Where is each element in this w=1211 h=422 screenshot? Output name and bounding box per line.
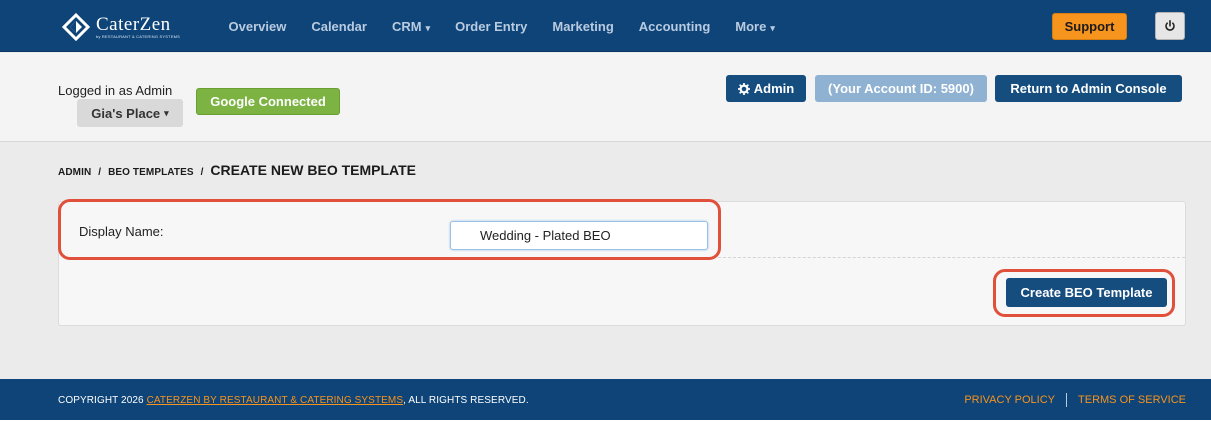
nav-item-label: Order Entry (455, 18, 528, 34)
nav-item-calendar[interactable]: Calendar (311, 19, 367, 34)
admin-button-label: Admin (753, 81, 795, 96)
caret-down-icon: ▾ (425, 22, 431, 33)
support-button-label: Support (1064, 19, 1115, 34)
return-button-label: Return to Admin Console (1010, 81, 1167, 96)
nav-item-label: Accounting (638, 18, 711, 34)
main-nav: Overview Calendar CRM ▾ Order Entry Marke… (216, 0, 787, 52)
support-button[interactable]: Support (1052, 13, 1127, 40)
nav-item-accounting[interactable]: Accounting (639, 19, 711, 34)
terms-of-service-link[interactable]: TERMS OF SERVICE (1078, 394, 1186, 406)
breadcrumb-separator: / (98, 167, 102, 178)
account-id-text: (Your Account ID: 5900) (828, 81, 974, 96)
breadcrumb-beo-templates[interactable]: BEO TEMPLATES (108, 167, 194, 178)
nav-item-label: More (735, 18, 767, 34)
nav-item-crm[interactable]: CRM ▾ (392, 19, 430, 34)
nav-item-label: Marketing (552, 18, 614, 34)
caterzen-logo-mark-icon (61, 12, 91, 42)
logout-button[interactable] (1155, 12, 1185, 40)
logo-wordmark: CaterZen by RESTAURANT & CATERING SYSTEM… (96, 13, 180, 39)
nav-item-overview[interactable]: Overview (229, 19, 287, 34)
caret-down-icon: ▾ (770, 22, 775, 33)
nav-item-marketing[interactable]: Marketing (552, 19, 613, 34)
location-dropdown[interactable]: Gia's Place ▾ (77, 99, 183, 127)
top-navbar: CaterZen by RESTAURANT & CATERING SYSTEM… (0, 0, 1211, 52)
copyright-prefix: COPYRIGHT 2026 (58, 395, 147, 406)
privacy-policy-link[interactable]: PRIVACY POLICY (964, 394, 1055, 406)
nav-item-order-entry[interactable]: Order Entry (455, 19, 527, 34)
admin-button[interactable]: Admin (726, 75, 806, 102)
account-bar: Logged in as Admin Gia's Place ▾ Google … (0, 53, 1211, 142)
breadcrumb-separator: / (200, 167, 204, 178)
footer: COPYRIGHT 2026 CATERZEN BY RESTAURANT & … (0, 379, 1211, 420)
page-title: CREATE NEW BEO TEMPLATE (210, 162, 417, 178)
brand-name: CaterZen (96, 13, 171, 35)
nav-item-more[interactable]: More ▾ (735, 19, 775, 34)
gear-icon (737, 82, 750, 95)
caterzen-logo[interactable]: CaterZen by RESTAURANT & CATERING SYSTEM… (61, 12, 180, 42)
nav-item-label: CRM (391, 18, 422, 34)
highlight-create-button (993, 269, 1175, 317)
location-label: Gia's Place (91, 105, 161, 121)
account-id-badge: (Your Account ID: 5900) (815, 75, 987, 102)
copyright-text: COPYRIGHT 2026 CATERZEN BY RESTAURANT & … (58, 395, 529, 406)
power-icon (1165, 20, 1175, 31)
breadcrumb-admin[interactable]: ADMIN (58, 167, 91, 178)
nav-item-label: Overview (228, 18, 287, 34)
brand-tagline: by RESTAURANT & CATERING SYSTEMS (96, 33, 180, 39)
caterzen-company-link[interactable]: CATERZEN BY RESTAURANT & CATERING SYSTEM… (147, 395, 404, 406)
caret-down-icon: ▾ (164, 107, 169, 118)
copyright-suffix: , ALL RIGHTS RESERVED. (403, 395, 529, 406)
footer-divider (1066, 393, 1068, 407)
google-connected-badge: Google Connected (196, 88, 340, 115)
footer-links: PRIVACY POLICY TERMS OF SERVICE (964, 393, 1186, 407)
google-status-label: Google Connected (210, 94, 326, 109)
logged-in-text: Logged in as Admin (58, 83, 173, 98)
highlight-display-name (58, 199, 721, 260)
return-to-admin-console-button[interactable]: Return to Admin Console (995, 75, 1182, 102)
breadcrumb: ADMIN / BEO TEMPLATES / CREATE NEW BEO T… (58, 162, 416, 178)
nav-item-label: Calendar (311, 18, 367, 34)
